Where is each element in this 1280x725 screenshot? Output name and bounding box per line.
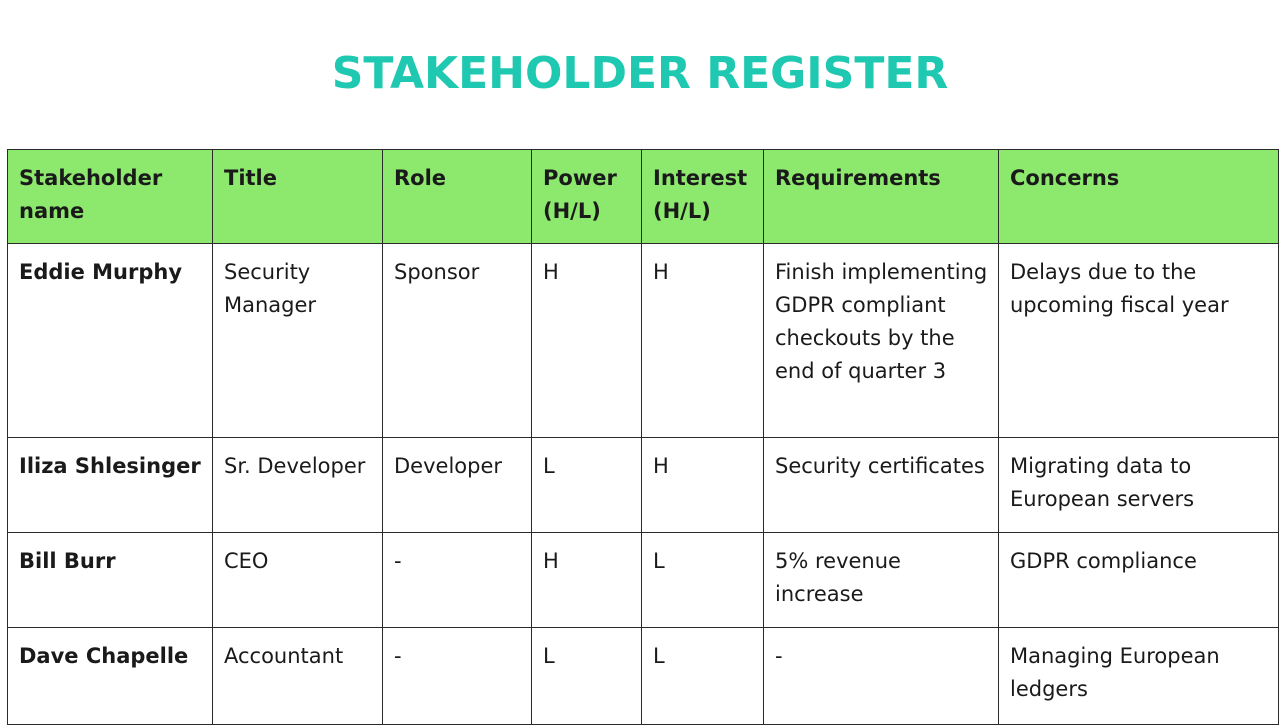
cell-concerns: Delays due to the upcoming fiscal year: [998, 243, 1279, 438]
cell-power: H: [531, 243, 642, 438]
cell-requirements: Security certificates: [763, 437, 999, 533]
cell-name: Iliza Shlesinger: [7, 437, 213, 533]
cell-name: Bill Burr: [7, 532, 213, 628]
cell-concerns: Managing European ledgers: [998, 627, 1279, 725]
cell-name: Eddie Murphy: [7, 243, 213, 438]
page-title: STAKEHOLDER REGISTER: [331, 48, 949, 99]
cell-role: -: [382, 627, 532, 725]
cell-role: Developer: [382, 437, 532, 533]
header-power: Power (H/L): [531, 149, 642, 244]
cell-interest: H: [641, 437, 764, 533]
header-interest: Interest (H/L): [641, 149, 764, 244]
cell-interest: H: [641, 243, 764, 438]
cell-requirements: 5% revenue increase: [763, 532, 999, 628]
cell-power: L: [531, 437, 642, 533]
cell-requirements: Finish implementing GDPR compliant check…: [763, 243, 999, 438]
cell-interest: L: [641, 627, 764, 725]
table-row: Iliza Shlesinger Sr. Developer Developer…: [7, 437, 1279, 533]
table-row: Dave Chapelle Accountant - L L - Managin…: [7, 627, 1279, 725]
cell-requirements: -: [763, 627, 999, 725]
cell-title: Security Manager: [212, 243, 383, 438]
header-concerns: Concerns: [998, 149, 1279, 244]
cell-title: Accountant: [212, 627, 383, 725]
cell-title: Sr. Developer: [212, 437, 383, 533]
cell-interest: L: [641, 532, 764, 628]
table-row: Eddie Murphy Security Manager Sponsor H …: [7, 243, 1279, 438]
cell-concerns: GDPR compliance: [998, 532, 1279, 628]
header-requirements: Requirements: [763, 149, 999, 244]
cell-name: Dave Chapelle: [7, 627, 213, 725]
cell-title: CEO: [212, 532, 383, 628]
table-header-row: Stakeholder name Title Role Power (H/L) …: [7, 149, 1279, 244]
table-row: Bill Burr CEO - H L 5% revenue increase …: [7, 532, 1279, 628]
cell-power: H: [531, 532, 642, 628]
cell-role: Sponsor: [382, 243, 532, 438]
cell-concerns: Migrating data to European servers: [998, 437, 1279, 533]
cell-role: -: [382, 532, 532, 628]
header-title: Title: [212, 149, 383, 244]
cell-power: L: [531, 627, 642, 725]
header-role: Role: [382, 149, 532, 244]
stakeholder-table: Stakeholder name Title Role Power (H/L) …: [7, 149, 1279, 725]
header-stakeholder-name: Stakeholder name: [7, 149, 213, 244]
